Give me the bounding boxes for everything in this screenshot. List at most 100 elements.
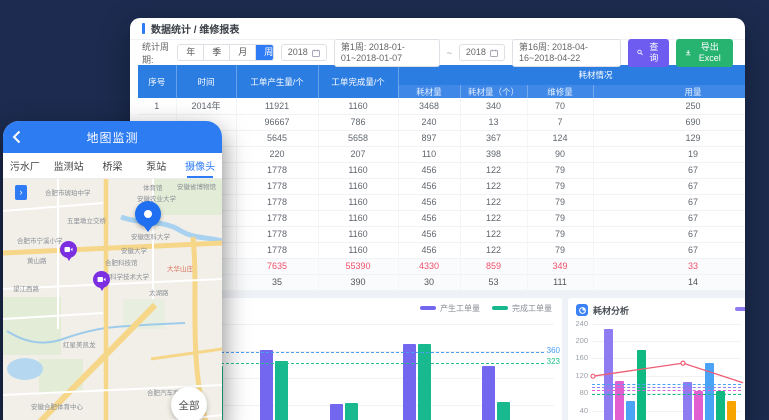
map-label: 合肥科技馆 xyxy=(105,257,138,267)
camera-marker[interactable] xyxy=(93,271,110,288)
phone-tab-桥梁[interactable]: 桥梁 xyxy=(91,153,135,178)
show-all-button[interactable]: 全部 xyxy=(171,387,207,420)
y-axis-tick: 80 xyxy=(570,389,588,397)
subcol-header-4: 用量 xyxy=(593,85,745,98)
map-label: 合肥市宁溪小学 xyxy=(17,235,63,245)
selected-camera-marker[interactable] xyxy=(135,201,161,227)
table-average-row: 平均值35390305311114 xyxy=(138,274,745,290)
search-icon xyxy=(637,48,643,57)
table-row: 177811604561227967 xyxy=(138,178,745,194)
period-segment-周[interactable]: 周 xyxy=(256,45,274,60)
table-cell: 1 xyxy=(138,98,176,114)
export-excel-button[interactable]: 导出Excel xyxy=(676,39,733,67)
period-segment-季[interactable]: 季 xyxy=(204,45,230,60)
y-axis-tick: 40 xyxy=(570,407,588,415)
year-end-select[interactable]: 2018 xyxy=(459,44,505,61)
camera-icon xyxy=(97,276,106,283)
table-cell: 67 xyxy=(593,178,745,194)
table-cell: 340 xyxy=(460,98,527,114)
query-button[interactable]: 查询 xyxy=(628,39,669,67)
consumables-legend-dash xyxy=(735,307,745,311)
period-segment-月[interactable]: 月 xyxy=(230,45,256,60)
back-button[interactable] xyxy=(12,129,28,145)
bar xyxy=(482,366,495,420)
period-segment-年[interactable]: 年 xyxy=(178,45,204,60)
table-cell: 122 xyxy=(460,210,527,226)
y-axis-tick: 200 xyxy=(570,337,588,345)
table-cell: 5658 xyxy=(318,130,398,146)
map-label: 安徽大学 xyxy=(121,245,147,255)
col-header-index: 序号 xyxy=(138,65,176,98)
bar xyxy=(727,401,736,420)
phone-tab-泵站[interactable]: 泵站 xyxy=(134,153,178,178)
map-label: 安徽合肥体育中心 xyxy=(31,401,83,411)
table-cell: 79 xyxy=(527,242,593,258)
table-cell: 79 xyxy=(527,210,593,226)
week-start-field[interactable]: 第1周: 2018-01-01~2018-01-07 xyxy=(334,39,440,67)
table-cell: 456 xyxy=(398,242,460,258)
map-view[interactable]: 合肥市琥珀中学体育馆安徽农业大学安徽省博物馆五里墩立交桥合肥市宁溪小学安徽大学合… xyxy=(3,179,222,420)
charts-strip: 产生工单量完成工单量 360323 耗材分析 2402001601208040 xyxy=(130,291,745,420)
panel-expander-button[interactable]: › xyxy=(15,185,27,200)
phone-tab-监测站[interactable]: 监测站 xyxy=(47,153,91,178)
gridline xyxy=(592,358,741,359)
phone-tab-摄像头[interactable]: 摄像头 xyxy=(178,153,222,178)
col-header-time: 时间 xyxy=(176,65,236,98)
table-cell: 67 xyxy=(593,242,745,258)
table-cell: 367 xyxy=(460,130,527,146)
calendar-icon xyxy=(312,49,320,57)
table-cell: 1778 xyxy=(236,242,318,258)
table-cell: 1160 xyxy=(318,194,398,210)
table-cell: 2014年 xyxy=(176,98,236,114)
map-label: 红星美凯龙 xyxy=(63,339,96,349)
subcol-header-1: 耗材量 xyxy=(398,85,460,98)
filter-bar: 统计周期: 年季月周日 2018 第1周: 2018-01-01~2018-01… xyxy=(130,40,745,65)
table-row: 177811604561227967 xyxy=(138,226,745,242)
bar xyxy=(403,344,416,420)
chevron-left-icon xyxy=(12,130,21,144)
gridline xyxy=(592,341,741,342)
bar xyxy=(716,391,725,420)
subcol-header-3: 维修量 xyxy=(527,85,593,98)
table-cell: 79 xyxy=(527,226,593,242)
table-cell: 456 xyxy=(398,162,460,178)
map-label: 合肥市琥珀中学 xyxy=(45,187,91,197)
gridline xyxy=(592,376,741,377)
y-axis-tick: 160 xyxy=(570,354,588,362)
bar xyxy=(705,363,714,420)
bar xyxy=(626,401,635,420)
table-cell: 79 xyxy=(527,162,593,178)
table-cell: 96667 xyxy=(236,114,318,130)
table-cell: 786 xyxy=(318,114,398,130)
table-cell: 1160 xyxy=(318,226,398,242)
camera-icon xyxy=(64,246,73,253)
col-group-consumables: 耗材情况 xyxy=(398,65,745,85)
table-cell: 19 xyxy=(593,146,745,162)
table-cell: 1160 xyxy=(318,162,398,178)
y-axis-tick: 120 xyxy=(570,372,588,380)
reference-line xyxy=(592,394,741,395)
map-label: 安徽省博物馆 xyxy=(177,181,216,191)
table-cell: 1778 xyxy=(236,178,318,194)
map-label: 五里墩立交桥 xyxy=(67,215,106,225)
table-cell: 207 xyxy=(318,146,398,162)
table-cell: 4330 xyxy=(398,258,460,274)
year-start-select[interactable]: 2018 xyxy=(281,44,327,61)
table-row: 177811604561227967 xyxy=(138,210,745,226)
bar xyxy=(683,382,692,420)
table-body: 12014年1192111603468340702509666778624013… xyxy=(138,98,745,290)
map-label: 体育馆 xyxy=(143,182,163,192)
camera-marker[interactable] xyxy=(60,241,77,258)
reference-line xyxy=(592,384,741,385)
legend-item: 完成工单量 xyxy=(492,303,552,314)
table-cell: 53 xyxy=(460,274,527,290)
table-cell: 1160 xyxy=(318,242,398,258)
desktop-window: 数据统计 / 维修报表 统计周期: 年季月周日 2018 第1周: 2018-0… xyxy=(130,18,745,420)
phone-page-title: 地图监测 xyxy=(86,129,138,146)
pie-chart-icon xyxy=(576,304,588,316)
filter-label: 统计周期: xyxy=(142,40,170,66)
week-end-field[interactable]: 第16周: 2018-04-16~2018-04-22 xyxy=(512,39,622,67)
table-cell: 67 xyxy=(593,226,745,242)
bar xyxy=(604,329,613,420)
phone-tab-污水厂[interactable]: 污水厂 xyxy=(3,153,47,178)
